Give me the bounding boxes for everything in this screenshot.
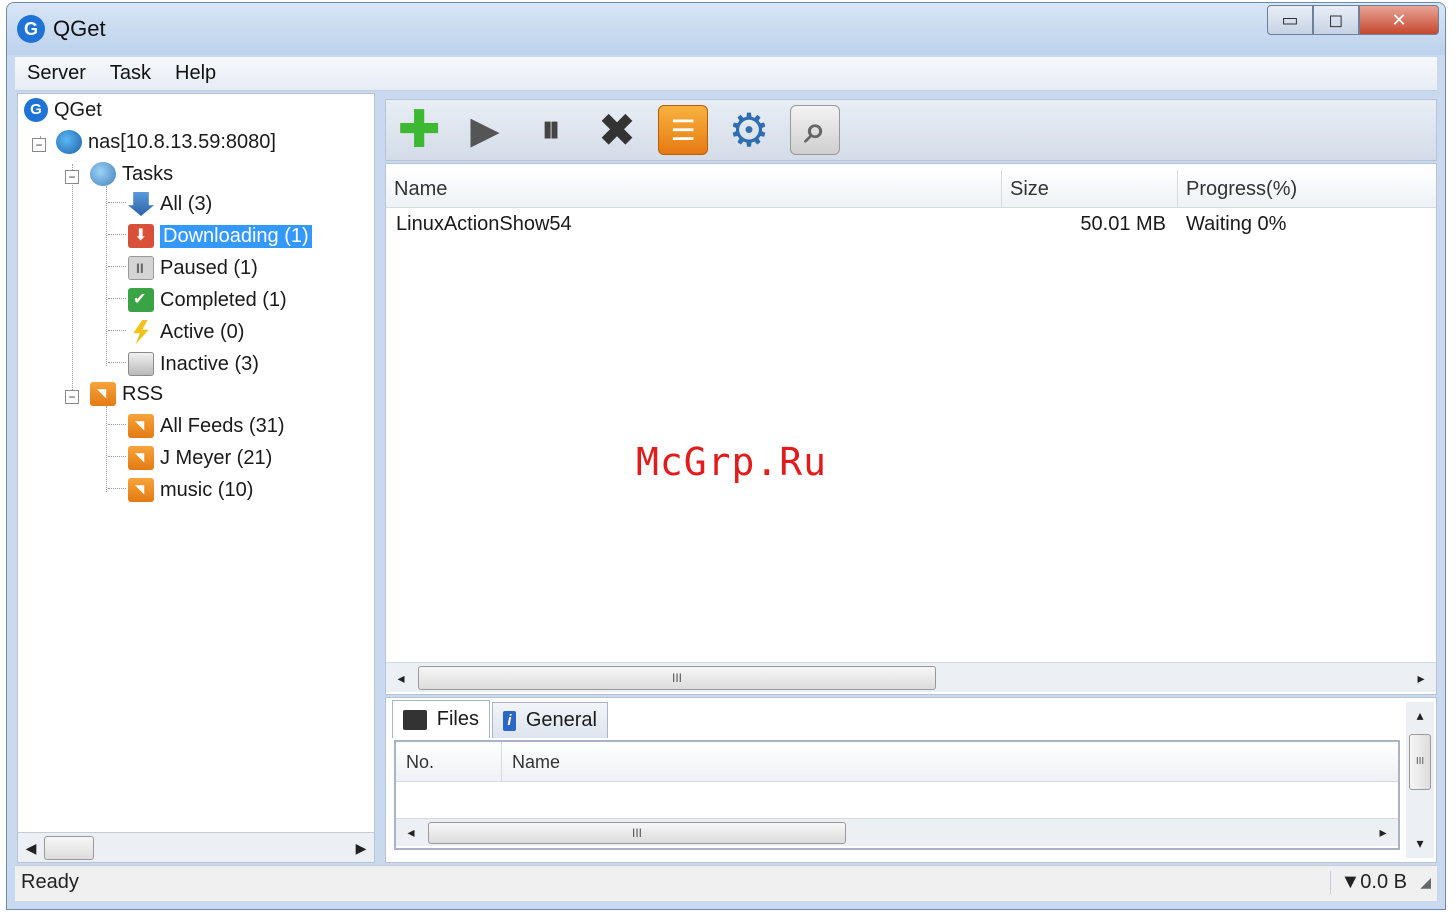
column-header-file-name[interactable]: Name xyxy=(502,742,1398,782)
inactive-icon xyxy=(128,352,154,376)
column-header-size[interactable]: Size xyxy=(1002,170,1178,208)
delete-button[interactable]: ✖ xyxy=(592,104,642,156)
tree-item-completed[interactable]: Completed (1) xyxy=(128,286,287,314)
menu-help[interactable]: Help xyxy=(175,62,216,85)
files-icon xyxy=(403,709,427,730)
active-lightning-icon xyxy=(133,320,149,344)
search-button[interactable]: ⌕ xyxy=(790,105,840,155)
task-list: Name Size Progress(%) LinuxActionShow54 … xyxy=(385,163,1437,695)
detail-scroll-thumb[interactable]: III xyxy=(1409,734,1431,790)
rss-feed-icon xyxy=(128,446,154,470)
pause-button[interactable]: ⏸ xyxy=(526,105,576,155)
column-header-no[interactable]: No. xyxy=(396,742,502,782)
downloading-icon xyxy=(128,224,154,248)
menu-task[interactable]: Task xyxy=(110,62,151,85)
tree-item-paused[interactable]: Paused (1) xyxy=(128,254,258,282)
start-button[interactable]: ▶ xyxy=(460,105,510,155)
tree-item-rss[interactable]: RSS xyxy=(90,380,163,408)
tree-item-downloading[interactable]: Downloading (1) xyxy=(128,222,312,250)
info-icon: i xyxy=(503,710,516,731)
tree-item-all[interactable]: All (3) xyxy=(128,190,212,218)
rss-feed-icon xyxy=(128,478,154,502)
scroll-down-arrow-icon[interactable]: ▾ xyxy=(1409,832,1431,854)
status-text: Ready xyxy=(21,871,79,893)
download-speed: ▼0.0 B xyxy=(1329,871,1407,894)
rss-expander[interactable]: − xyxy=(65,390,79,404)
server-expander[interactable]: − xyxy=(32,138,46,152)
qget-icon: G xyxy=(24,98,48,122)
tasks-expander[interactable]: − xyxy=(65,170,79,184)
maximize-button[interactable]: ◻ xyxy=(1313,5,1359,35)
title-bar[interactable]: G QGet ▭ ◻ ✕ xyxy=(7,3,1445,55)
detail-panel: Files i General No. Name ◂ III ▸ ▴ III ▾ xyxy=(385,697,1437,863)
tree-horizontal-scrollbar[interactable]: ◀ ▶ xyxy=(18,832,374,862)
scroll-right-arrow-icon[interactable]: ▸ xyxy=(1410,667,1432,689)
task-name: LinuxActionShow54 xyxy=(396,213,572,235)
tree-item-all-feeds[interactable]: All Feeds (31) xyxy=(128,412,285,440)
files-scroll-thumb[interactable]: III xyxy=(428,822,846,844)
settings-button[interactable]: ⚙ xyxy=(724,104,774,156)
rss-feed-icon xyxy=(128,414,154,438)
scroll-right-arrow-icon[interactable]: ▸ xyxy=(1372,821,1394,843)
menu-server[interactable]: Server xyxy=(27,62,86,85)
main-toolbar: ✚ ▶ ⏸ ✖ ☰ ⚙ ⌕ xyxy=(385,99,1437,161)
tree-item-active[interactable]: Active (0) xyxy=(128,318,244,346)
menu-bar: Server Task Help xyxy=(15,57,1437,91)
tree-item-music[interactable]: music (10) xyxy=(128,476,253,504)
add-task-button[interactable]: ✚ xyxy=(394,101,444,159)
tasks-icon xyxy=(90,162,116,186)
files-horizontal-scrollbar[interactable]: ◂ III ▸ xyxy=(396,818,1398,846)
tree-item-tasks[interactable]: Tasks xyxy=(90,160,173,188)
task-list-header: Name Size Progress(%) xyxy=(386,170,1436,208)
files-table: No. Name ◂ III ▸ xyxy=(394,740,1400,850)
scroll-left-arrow-icon[interactable]: ◂ xyxy=(400,821,422,843)
tab-files[interactable]: Files xyxy=(392,700,490,738)
column-header-name[interactable]: Name xyxy=(386,170,1002,208)
watermark: McGrp.Ru xyxy=(636,440,828,484)
scroll-right-arrow-icon[interactable]: ▶ xyxy=(350,837,372,859)
status-bar: Ready ▼0.0 B ◢ xyxy=(15,865,1437,901)
minimize-button[interactable]: ▭ xyxy=(1267,5,1313,35)
list-horizontal-scrollbar[interactable]: ◂ III ▸ xyxy=(386,662,1436,692)
tree-item-inactive[interactable]: Inactive (3) xyxy=(128,350,259,378)
window-title: QGet xyxy=(53,16,106,41)
scroll-left-arrow-icon[interactable]: ◀ xyxy=(20,837,42,859)
tree-item-j-meyer[interactable]: J Meyer (21) xyxy=(128,444,272,472)
navigation-tree: G QGet − nas[10.8.13.59:8080] − Tasks Al… xyxy=(17,93,375,863)
tree-scroll-thumb[interactable] xyxy=(44,836,94,860)
server-globe-icon xyxy=(56,130,82,154)
completed-icon xyxy=(128,288,154,312)
resize-grip-icon[interactable]: ◢ xyxy=(1420,874,1431,891)
task-progress: Waiting 0% xyxy=(1186,213,1287,235)
detail-vertical-scrollbar[interactable]: ▴ III ▾ xyxy=(1406,702,1434,858)
tree-item-server[interactable]: nas[10.8.13.59:8080] xyxy=(56,128,276,156)
task-size: 50.01 MB xyxy=(1080,213,1166,235)
close-button[interactable]: ✕ xyxy=(1359,5,1439,35)
tab-general[interactable]: i General xyxy=(492,702,608,738)
paused-icon xyxy=(128,256,154,280)
qget-app-icon: G xyxy=(17,15,45,43)
column-header-progress[interactable]: Progress(%) xyxy=(1178,170,1436,208)
download-all-icon xyxy=(128,192,154,216)
list-scroll-thumb[interactable]: III xyxy=(418,666,936,690)
scroll-up-arrow-icon[interactable]: ▴ xyxy=(1409,704,1431,726)
table-row[interactable]: LinuxActionShow54 50.01 MB Waiting 0% xyxy=(386,210,1436,238)
files-table-header: No. Name xyxy=(396,742,1398,782)
scroll-left-arrow-icon[interactable]: ◂ xyxy=(390,667,412,689)
tree-item-qget[interactable]: G QGet xyxy=(24,96,102,124)
rss-icon xyxy=(90,382,116,406)
task-list-button[interactable]: ☰ xyxy=(658,105,708,155)
